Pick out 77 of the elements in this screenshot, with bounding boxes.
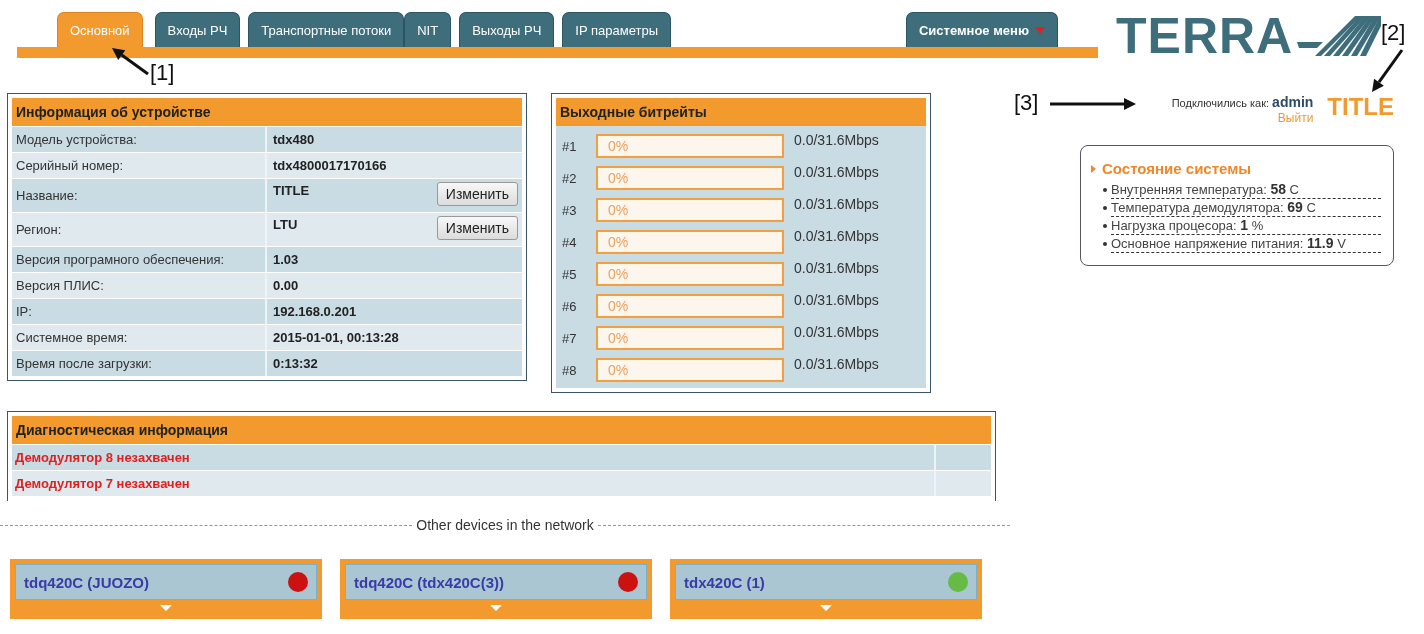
field-label: Время после загрузки:	[12, 351, 267, 376]
nav-tab[interactable]: IP параметры	[562, 12, 671, 47]
callout-arrow	[1372, 49, 1404, 92]
panel-title: Выходные битрейты	[556, 98, 926, 126]
bitrate-reading: 0.0/31.6Mbps	[794, 324, 879, 340]
status-item: Основное напряжение питания: 11.9 V	[1111, 235, 1381, 253]
status-title: Состояние системы	[1091, 160, 1383, 177]
bullet-icon	[1103, 206, 1107, 210]
bullet-icon	[1103, 224, 1107, 228]
status-item: Внутренняя температура: 58 C	[1111, 181, 1381, 199]
device-name: tdx420C (1)	[684, 573, 765, 591]
caret-icon	[1035, 26, 1045, 34]
callout-label: [2]	[1381, 20, 1406, 46]
nav-tab[interactable]: Транспортные потоки	[248, 12, 405, 47]
output-number: #4	[562, 234, 578, 250]
status-item: Температура демодулятора: 69 C	[1111, 199, 1381, 217]
percent-text: 0%	[607, 202, 629, 218]
caret-icon	[490, 605, 502, 611]
percent-text: 0%	[607, 266, 629, 282]
bitrate-reading: 0.0/31.6Mbps	[794, 356, 879, 372]
bitrate-reading: 0.0/31.6Mbps	[794, 196, 879, 212]
bitrate-reading: 0.0/31.6Mbps	[794, 132, 879, 148]
output-number: #3	[562, 202, 578, 218]
logo-text: TERRA	[1116, 14, 1294, 58]
caret-icon	[820, 605, 832, 611]
percent-text: 0%	[607, 234, 629, 250]
field-value: LTU	[273, 216, 298, 232]
login-label: Подключились как:	[1171, 97, 1271, 109]
output-number: #8	[562, 362, 578, 378]
callout-arrow	[112, 48, 149, 76]
callout-label: [1]	[150, 60, 175, 86]
field-value: 0:13:32	[273, 356, 318, 371]
triangle-icon	[1091, 164, 1096, 173]
nav-tab[interactable]: Входы РЧ	[154, 12, 241, 47]
device-card[interactable]: tdx420C (1)	[670, 559, 982, 619]
field-value: 192.168.0.201	[273, 304, 357, 319]
callout-label: [3]	[1014, 90, 1039, 116]
output-number: #1	[562, 138, 578, 154]
field-value: 0.00	[273, 278, 299, 293]
panel-title: Информация об устройстве	[12, 98, 522, 126]
output-number: #6	[562, 298, 578, 314]
bitrate-reading: 0.0/31.6Mbps	[794, 260, 879, 276]
percent-text: 0%	[607, 298, 629, 314]
bullet-icon	[1103, 188, 1107, 192]
device-title: TITLE	[1327, 93, 1394, 122]
diagnostic-message: Демодулятор 7 незахвачен	[12, 471, 936, 496]
change-button[interactable]: Изменить	[436, 216, 518, 240]
output-number: #2	[562, 170, 578, 186]
device-name: tdq420C (tdx420C(3))	[354, 573, 505, 591]
percent-text: 0%	[607, 362, 629, 378]
bitrate-reading: 0.0/31.6Mbps	[794, 228, 879, 244]
device-name: tdq420C (JUOZO)	[24, 573, 149, 591]
change-button[interactable]: Изменить	[436, 182, 518, 206]
device-card[interactable]: tdq420C (JUOZO)	[10, 559, 322, 619]
field-value: tdx480	[273, 132, 315, 147]
field-value: 1.03	[273, 252, 299, 267]
nav-tab[interactable]: Выходы РЧ	[459, 12, 555, 47]
bullet-icon	[1103, 242, 1107, 246]
panel-title: Диагностическая информация	[12, 416, 991, 444]
field-value: tdx4800017170166	[273, 158, 387, 173]
nav-tab[interactable]: NIT	[404, 12, 452, 47]
user-name: admin	[1272, 94, 1314, 110]
percent-text: 0%	[607, 170, 629, 186]
caret-icon	[160, 605, 172, 611]
bitrate-reading: 0.0/31.6Mbps	[794, 292, 879, 308]
device-card[interactable]: tdq420C (tdx420C(3))	[340, 559, 652, 619]
stripes-logo-icon	[1297, 16, 1382, 56]
system-menu-tab[interactable]: Системное меню	[905, 12, 1058, 47]
output-number: #7	[562, 330, 578, 346]
status-item: Нагрузка процесора: 1 %	[1111, 217, 1381, 235]
field-value: TITLE	[273, 182, 310, 198]
percent-text: 0%	[607, 138, 629, 154]
percent-text: 0%	[607, 330, 629, 346]
field-value: 2015-01-01, 00:13:28	[273, 330, 399, 345]
section-title: Other devices in the network	[416, 517, 594, 533]
output-number: #5	[562, 266, 578, 282]
bitrate-reading: 0.0/31.6Mbps	[794, 164, 879, 180]
